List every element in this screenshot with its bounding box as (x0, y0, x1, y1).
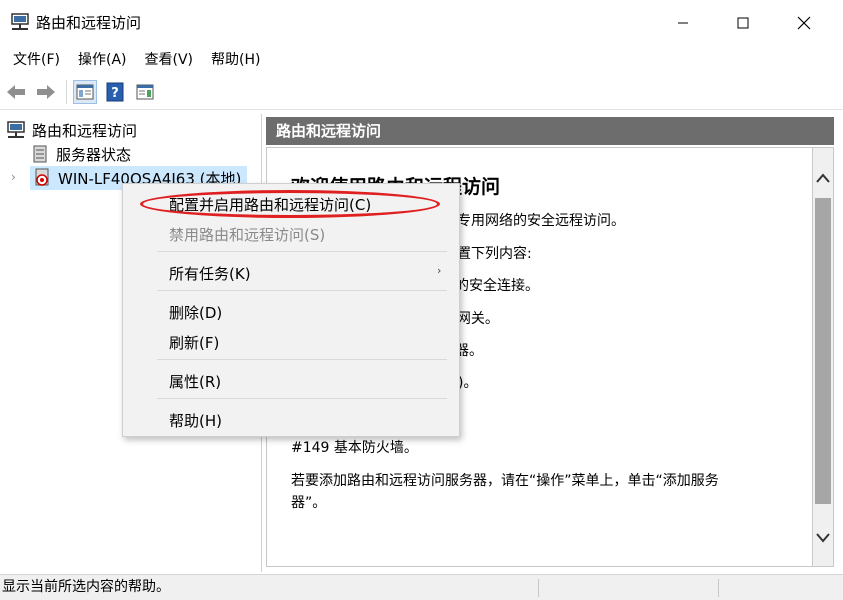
menu-item-disable: 禁用路由和远程访问(S) (169, 226, 326, 244)
forward-button[interactable] (34, 80, 58, 104)
scroll-down-button[interactable] (813, 524, 833, 552)
forward-arrow-icon (37, 84, 55, 99)
back-button[interactable] (4, 80, 28, 104)
action-pane-icon (136, 84, 154, 99)
server-status-icon (33, 145, 47, 163)
maximize-icon (737, 17, 749, 29)
vertical-scrollbar[interactable] (812, 147, 834, 567)
window-title: 路由和远程访问 (36, 14, 142, 32)
show-hide-tree-button[interactable] (73, 79, 97, 104)
menu-separator (157, 359, 447, 360)
toolbar-separator (66, 79, 67, 104)
menu-separator (157, 290, 447, 291)
menu-separator (157, 251, 447, 252)
expand-chevron-icon[interactable]: › (11, 170, 16, 184)
minimize-icon (678, 22, 688, 24)
menu-view[interactable]: 查看(V) (136, 46, 203, 74)
scroll-thumb[interactable] (815, 198, 831, 504)
toolbar: ? (0, 74, 843, 110)
status-text: 显示当前所选内容的帮助。 (2, 579, 170, 595)
help-icon: ? (106, 82, 124, 101)
scroll-up-button[interactable] (813, 164, 833, 192)
menu-item-properties[interactable]: 属性(R) (169, 371, 221, 392)
chevron-up-icon (816, 173, 830, 183)
help-button[interactable]: ? (103, 80, 127, 104)
menu-help[interactable]: 帮助(H) (202, 46, 269, 74)
menu-item-refresh[interactable]: 刷新(F) (169, 332, 219, 353)
server-stopped-icon (35, 168, 49, 186)
menu-action[interactable]: 操作(A) (69, 46, 136, 74)
close-icon (797, 16, 811, 30)
menu-bar: 文件(F) 操作(A) 查看(V) 帮助(H) (0, 46, 843, 74)
status-bar: 显示当前所选内容的帮助。 (0, 574, 843, 600)
back-arrow-icon (7, 84, 25, 99)
maximize-button[interactable] (711, 0, 775, 46)
minimize-button[interactable] (651, 0, 715, 46)
tree-node-label: 服务器状态 (56, 145, 132, 164)
context-menu: 配置并启用路由和远程访问(C) 禁用路由和远程访问(S) 所有任务(K) › 删… (122, 183, 460, 437)
submenu-arrow-icon: › (437, 264, 442, 277)
show-hide-console-tree-icon (76, 84, 94, 99)
svg-text:?: ? (111, 86, 119, 101)
close-button[interactable] (772, 0, 836, 46)
pane-header: 路由和远程访问 (266, 117, 834, 145)
menu-item-all-tasks[interactable]: 所有任务(K) (169, 263, 251, 284)
server-network-icon (11, 13, 29, 30)
chevron-down-icon (816, 533, 830, 543)
tree-node-server-status[interactable]: 服务器状态 (30, 142, 131, 166)
tree-node-root[interactable]: 路由和远程访问 (6, 118, 137, 142)
tree-node-label: 路由和远程访问 (32, 121, 138, 140)
menu-file[interactable]: 文件(F) (4, 46, 69, 74)
menu-separator (157, 398, 447, 399)
content-line: 器”。 (291, 495, 327, 511)
content-line: #149 基本防火墙。 (291, 440, 418, 456)
menu-item-configure-enable[interactable]: 配置并启用路由和远程访问(C) (169, 194, 371, 215)
status-divider (538, 579, 539, 597)
menu-item-help[interactable]: 帮助(H) (169, 410, 222, 431)
action-pane-button[interactable] (133, 80, 157, 104)
content-line: 若要添加路由和远程访问服务器，请在“操作”菜单上，单击“添加服务 (291, 473, 719, 489)
menu-item-delete[interactable]: 删除(D) (169, 302, 222, 323)
content-line: 专用网络的安全远程访问。 (457, 213, 625, 229)
content-line: 置下列内容: (457, 246, 532, 262)
status-divider (718, 579, 719, 597)
title-bar: 路由和远程访问 (0, 0, 843, 46)
server-network-icon (7, 121, 25, 138)
